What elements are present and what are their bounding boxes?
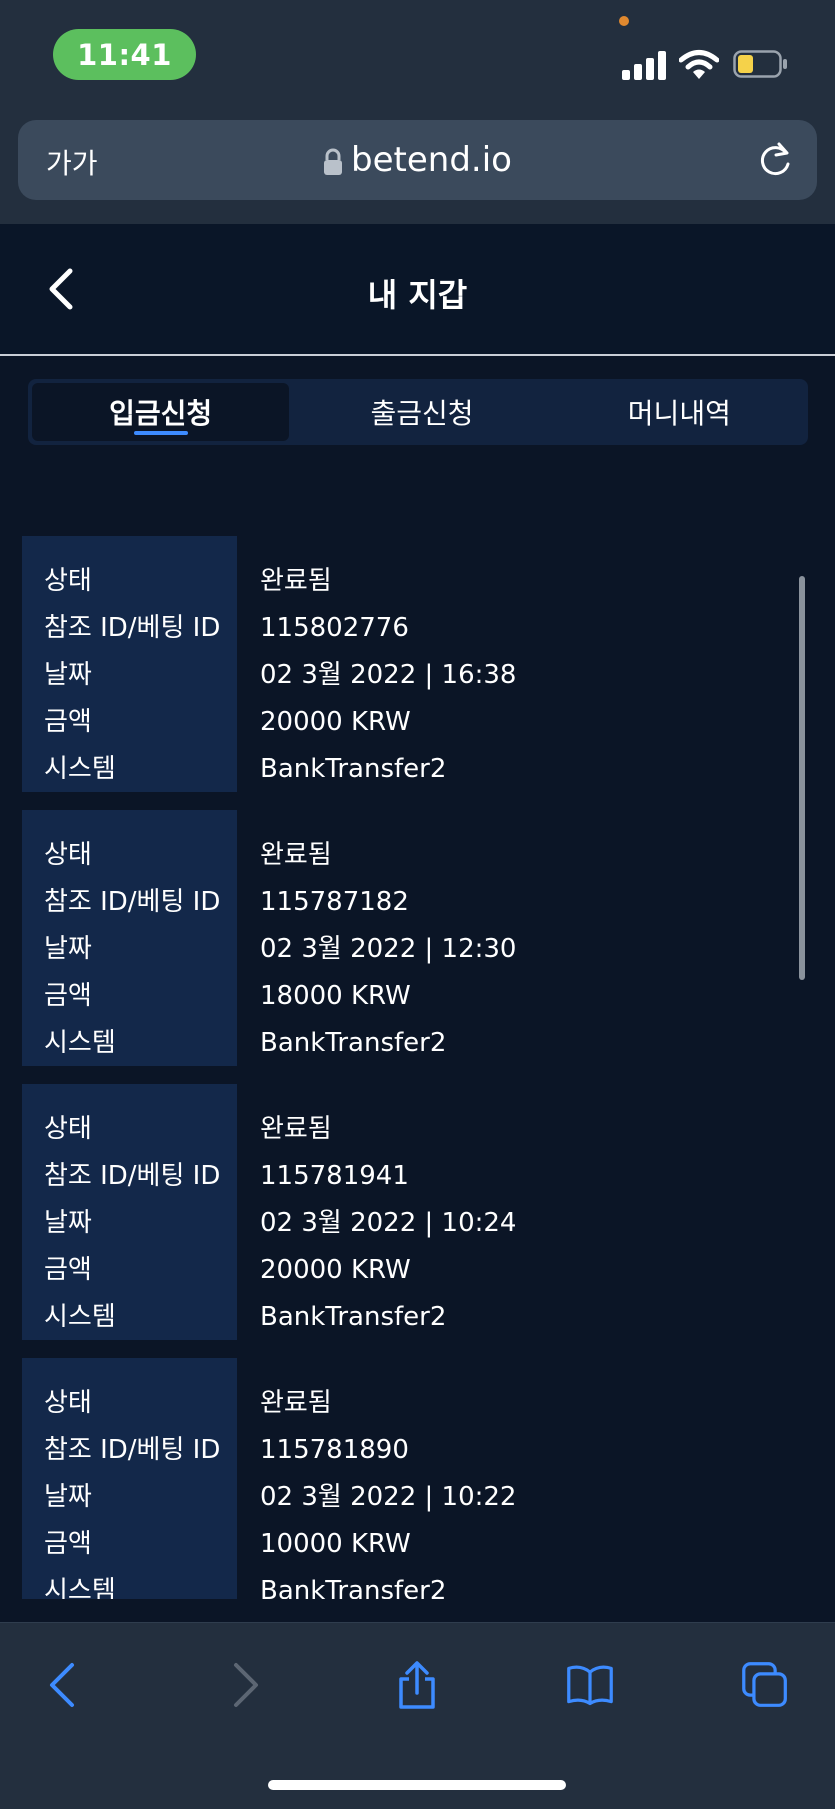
transaction-card: 상태 참조 ID/베팅 ID 날짜 금액 시스템 완료됨 115787182 0… xyxy=(22,810,802,1066)
date-label: 날짜 xyxy=(44,1208,92,1238)
bookmarks-icon[interactable] xyxy=(566,1661,614,1709)
status-label: 상태 xyxy=(44,840,92,870)
system-label: 시스템 xyxy=(44,1302,116,1332)
tab-withdrawal-request[interactable]: 출금신청 xyxy=(293,379,550,445)
reload-icon[interactable] xyxy=(755,140,795,180)
amount-value: 20000 KRW xyxy=(260,707,411,737)
status-label: 상태 xyxy=(44,1114,92,1144)
amount-label: 금액 xyxy=(44,1529,92,1559)
tab-money-history[interactable]: 머니내역 xyxy=(551,379,808,445)
system-label: 시스템 xyxy=(44,754,116,784)
ref-id-label: 참조 ID/베팅 ID xyxy=(44,1435,221,1465)
status-value: 완료됨 xyxy=(260,1388,332,1418)
date-value: 02 3월 2022 | 10:22 xyxy=(260,1482,517,1512)
wifi-icon xyxy=(679,50,719,79)
system-value: BankTransfer2 xyxy=(260,1028,447,1058)
back-arrow-icon[interactable] xyxy=(40,1661,88,1709)
tab-deposit-request[interactable]: 입금신청 xyxy=(32,383,290,441)
camera-indicator-dot xyxy=(619,16,629,26)
status-value: 완료됨 xyxy=(260,566,332,596)
date-label: 날짜 xyxy=(44,934,92,964)
ref-id-value: 115781941 xyxy=(260,1161,409,1191)
status-value: 완료됨 xyxy=(260,840,332,870)
home-indicator xyxy=(268,1780,566,1790)
battery-icon xyxy=(733,50,787,78)
ref-id-value: 115781890 xyxy=(260,1435,409,1465)
tabs-icon[interactable] xyxy=(741,1661,789,1709)
amount-value: 18000 KRW xyxy=(260,981,411,1011)
share-icon[interactable] xyxy=(393,1661,441,1709)
date-value: 02 3월 2022 | 10:24 xyxy=(260,1208,517,1238)
scrollbar[interactable] xyxy=(799,576,805,980)
status-label: 상태 xyxy=(44,1388,92,1418)
ref-id-label: 참조 ID/베팅 ID xyxy=(44,1161,221,1191)
url-display[interactable]: betend.io xyxy=(18,140,817,180)
forward-arrow-icon[interactable] xyxy=(220,1661,268,1709)
system-label: 시스템 xyxy=(44,1576,116,1599)
page-title: 내 지갑 xyxy=(367,276,468,314)
date-value: 02 3월 2022 | 16:38 xyxy=(260,660,517,690)
date-label: 날짜 xyxy=(44,660,92,690)
lock-icon xyxy=(324,148,343,175)
transaction-card: 상태 참조 ID/베팅 ID 날짜 금액 시스템 완료됨 115781941 0… xyxy=(22,1084,802,1340)
ref-id-label: 참조 ID/베팅 ID xyxy=(44,613,221,643)
ref-id-value: 115802776 xyxy=(260,613,409,643)
system-label: 시스템 xyxy=(44,1028,116,1058)
transaction-card: 상태 참조 ID/베팅 ID 날짜 금액 시스템 완료됨 115781890 0… xyxy=(22,1358,802,1599)
status-value: 완료됨 xyxy=(260,1114,332,1144)
system-value: BankTransfer2 xyxy=(260,1302,447,1332)
system-value: BankTransfer2 xyxy=(260,1576,447,1599)
address-bar[interactable]: 가가 betend.io xyxy=(18,120,817,200)
status-bar: 11:41 xyxy=(0,0,835,108)
browser-address-area: 가가 betend.io xyxy=(0,108,835,224)
date-label: 날짜 xyxy=(44,1482,92,1512)
transaction-list[interactable]: 상태 참조 ID/베팅 ID 날짜 금액 시스템 완료됨 115802776 0… xyxy=(22,536,802,1599)
transaction-card: 상태 참조 ID/베팅 ID 날짜 금액 시스템 완료됨 115802776 0… xyxy=(22,536,802,792)
ref-id-label: 참조 ID/베팅 ID xyxy=(44,887,221,917)
wallet-tabs: 입금신청 출금신청 머니내역 xyxy=(28,379,808,445)
ref-id-value: 115787182 xyxy=(260,887,409,917)
amount-label: 금액 xyxy=(44,1255,92,1285)
amount-label: 금액 xyxy=(44,981,92,1011)
status-time: 11:41 xyxy=(53,29,196,80)
amount-value: 20000 KRW xyxy=(260,1255,411,1285)
cellular-signal-icon xyxy=(622,50,668,80)
url-text: betend.io xyxy=(351,140,512,180)
system-value: BankTransfer2 xyxy=(260,754,447,784)
status-label: 상태 xyxy=(44,566,92,596)
date-value: 02 3월 2022 | 12:30 xyxy=(260,934,517,964)
page-header: 내 지갑 xyxy=(0,224,835,356)
amount-value: 10000 KRW xyxy=(260,1529,411,1559)
amount-label: 금액 xyxy=(44,707,92,737)
